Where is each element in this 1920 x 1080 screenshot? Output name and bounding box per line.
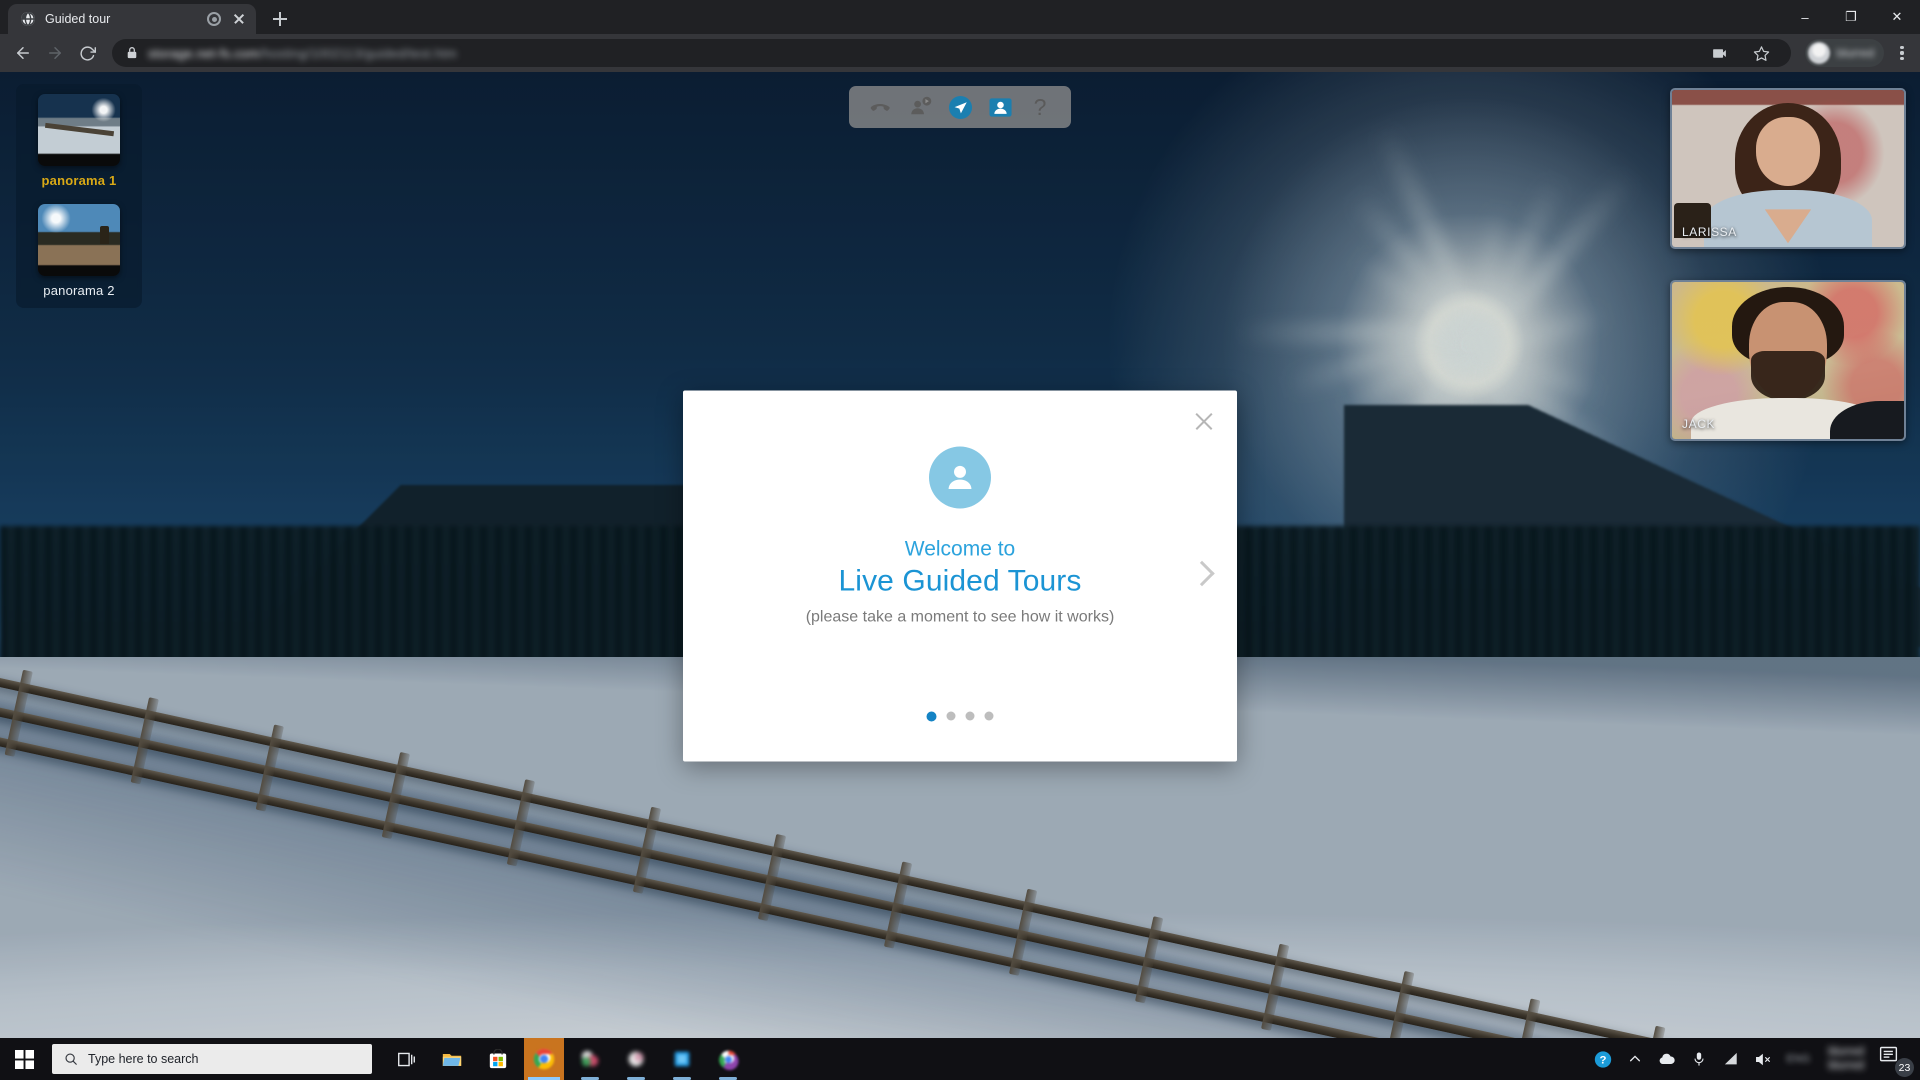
tab-guided-tour[interactable]: Guided tour: [8, 4, 256, 34]
maximize-button[interactable]: ❐: [1828, 0, 1874, 34]
panorama-viewport[interactable]: panorama 1 panorama 2 ? LARISSA JACK Wel…: [0, 72, 1920, 1080]
chevron-up-icon[interactable]: [1626, 1050, 1644, 1068]
new-tab-button[interactable]: [266, 5, 294, 33]
omnibox-actions: [1705, 38, 1781, 68]
modal-subtitle: (please take a moment to see how it work…: [805, 608, 1115, 626]
globe-icon: [21, 12, 35, 26]
tab-close-icon[interactable]: [230, 10, 248, 28]
task-view-icon[interactable]: [386, 1038, 426, 1080]
avatar: [1807, 42, 1830, 64]
modal-body: Welcome to Live Guided Tours (please tak…: [683, 391, 1237, 762]
address-bar-url: storage.net-fs.com/hosting/1002113/guide…: [148, 46, 1695, 61]
lock-icon: [127, 47, 137, 59]
tab-strip: Guided tour – ❐ ✕: [0, 0, 1920, 34]
clock-time: blurred: [1828, 1046, 1864, 1058]
language-indicator[interactable]: ENG: [1786, 1053, 1810, 1065]
windows-start-icon[interactable]: [0, 1038, 48, 1080]
app-icon-6[interactable]: [662, 1038, 702, 1080]
taskbar-clock[interactable]: blurred blurred: [1828, 1045, 1864, 1073]
clock-date: blurred: [1828, 1060, 1864, 1072]
svg-text:?: ?: [1600, 1054, 1607, 1066]
modal-close-icon[interactable]: [1191, 409, 1217, 435]
microsoft-store-icon[interactable]: [478, 1038, 518, 1080]
profile-chip[interactable]: blurred: [1804, 39, 1884, 67]
modal-title: Live Guided Tours: [838, 564, 1082, 598]
windows-taskbar: Type here to search ? ENG blurred blurre…: [0, 1038, 1920, 1080]
url-path: /hosting/1002113/guided/test.htm: [259, 45, 457, 61]
address-bar[interactable]: storage.net-fs.com/hosting/1002113/guide…: [112, 39, 1791, 67]
app-icon-5[interactable]: [616, 1038, 656, 1080]
star-icon[interactable]: [1747, 38, 1777, 68]
person-avatar-icon: [929, 446, 991, 509]
modal-dot-3[interactable]: [965, 711, 975, 721]
welcome-modal: Welcome to Live Guided Tours (please tak…: [683, 390, 1237, 762]
modal-dot-2[interactable]: [946, 711, 956, 721]
modal-welcome-text: Welcome to: [904, 537, 1016, 561]
search-icon: [65, 1053, 77, 1065]
modal-pagination-dots: [926, 711, 994, 722]
speaker-muted-icon[interactable]: [1754, 1050, 1772, 1068]
app-icon-4[interactable]: [570, 1038, 610, 1080]
forward-arrow-icon[interactable]: [40, 38, 70, 68]
help-circle-icon[interactable]: ?: [1594, 1050, 1612, 1068]
profile-name: blurred: [1836, 46, 1874, 60]
wifi-icon[interactable]: [1722, 1050, 1740, 1068]
notification-icon[interactable]: 23: [1878, 1044, 1914, 1077]
minimize-button[interactable]: –: [1782, 0, 1828, 34]
video-camera-icon[interactable]: [1705, 38, 1735, 68]
reload-icon[interactable]: [72, 38, 102, 68]
cloud-icon[interactable]: [1658, 1050, 1676, 1068]
microphone-icon[interactable]: [1690, 1050, 1708, 1068]
tab-title: Guided tour: [45, 12, 111, 26]
window-close-button[interactable]: ✕: [1874, 0, 1920, 34]
taskbar-apps: [386, 1038, 748, 1080]
app-icon-7[interactable]: [708, 1038, 748, 1080]
system-tray: ? ENG blurred blurred 23: [1594, 1044, 1920, 1077]
search-placeholder: Type here to search: [88, 1052, 199, 1066]
file-explorer-icon[interactable]: [432, 1038, 472, 1080]
modal-dot-4[interactable]: [984, 711, 994, 721]
notification-count: 23: [1895, 1058, 1914, 1077]
window-controls: – ❐ ✕: [1782, 0, 1920, 34]
chrome-icon[interactable]: [524, 1038, 564, 1080]
back-arrow-icon[interactable]: [8, 38, 38, 68]
modal-dot-1[interactable]: [926, 711, 937, 722]
browser-toolbar: storage.net-fs.com/hosting/1002113/guide…: [0, 34, 1920, 72]
url-host: storage.net-fs.com: [148, 45, 260, 61]
search-input[interactable]: Type here to search: [52, 1044, 372, 1074]
chevron-right-icon[interactable]: [1187, 554, 1217, 598]
browser-window: Guided tour – ❐ ✕ storage.net-fs.com/hos…: [0, 0, 1920, 1080]
kebab-menu-icon[interactable]: [1892, 43, 1912, 63]
recording-indicator-icon: [207, 12, 221, 26]
